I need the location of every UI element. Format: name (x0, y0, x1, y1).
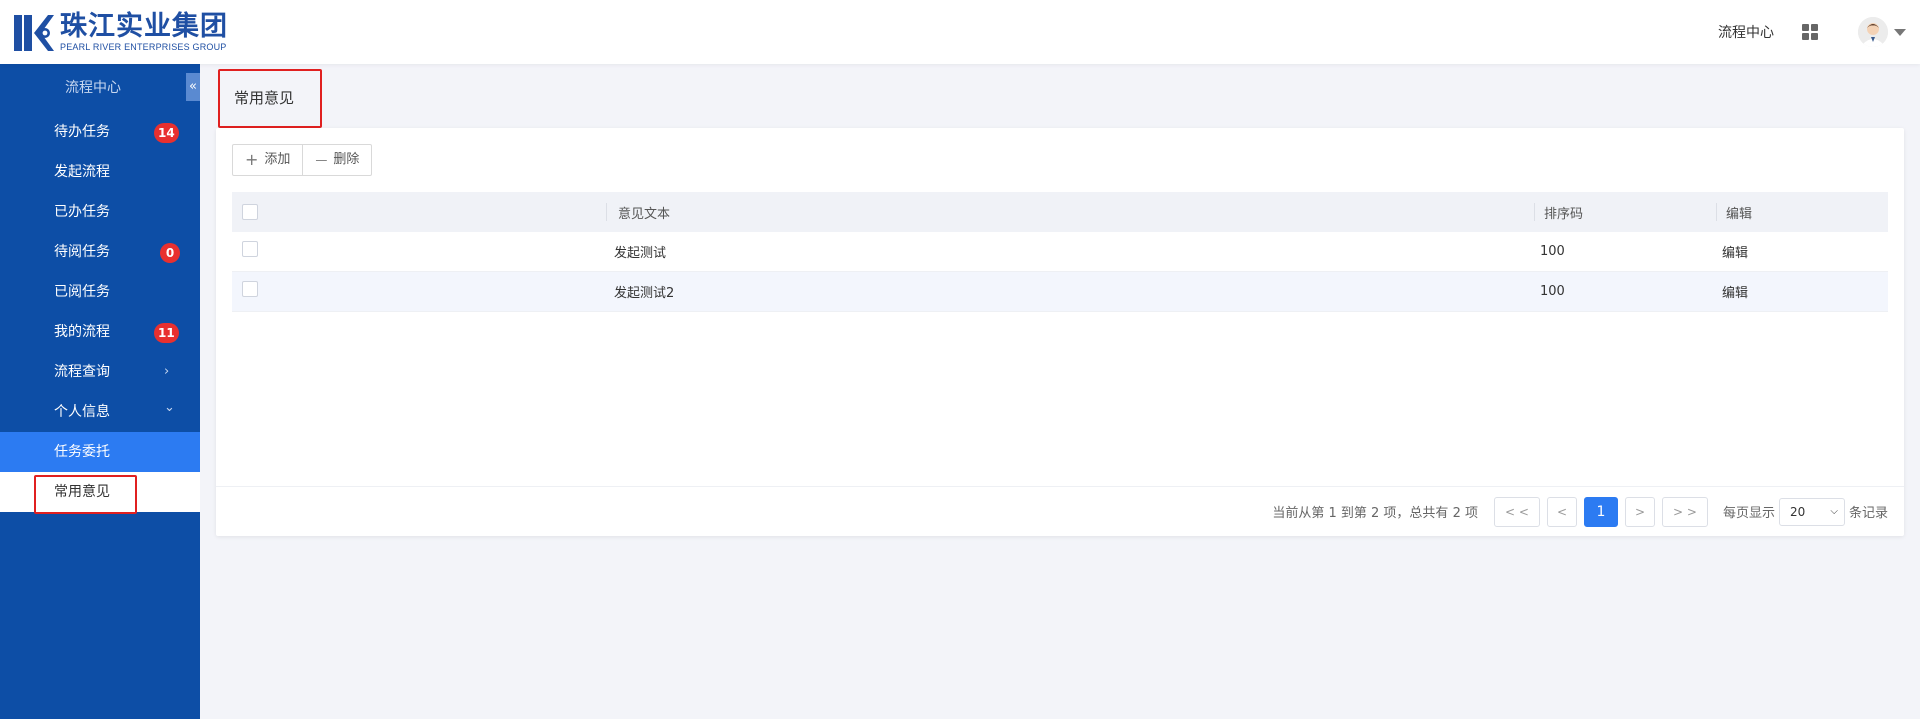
chevron-down-icon: ⌵ (1830, 506, 1838, 517)
page-size-suffix: 条记录 (1848, 506, 1888, 521)
column-header-sort-code[interactable]: 排序码 (1544, 203, 1583, 222)
logo-english-text: PEARL RIVER ENTERPRISES GROUP (60, 42, 227, 52)
edit-link[interactable]: 编辑 (1722, 282, 1748, 301)
column-header-opinion-text[interactable]: 意见文本 (618, 203, 670, 222)
sidebar-item-process-query[interactable]: 流程查询 › (0, 352, 200, 392)
sidebar-item-label: 我的流程 (54, 324, 110, 340)
edit-link[interactable]: 编辑 (1722, 242, 1748, 261)
sidebar-item-to-read-tasks[interactable]: 待阅任务 0 (0, 232, 200, 272)
sidebar-item-label: 发起流程 (54, 164, 110, 180)
cell-sort-code: 100 (1540, 244, 1565, 259)
last-page-button[interactable]: > > (1661, 496, 1708, 527)
sidebar-item-my-processes[interactable]: 我的流程 11 (0, 312, 200, 352)
grid-icon[interactable] (1802, 24, 1818, 40)
sidebar-item-label: 流程查询 (54, 364, 110, 380)
sidebar-item-label: 个人信息 (54, 404, 110, 420)
sidebar-item-todo-tasks[interactable]: 待办任务 14 (0, 112, 200, 152)
chevron-right-icon: › (164, 364, 170, 379)
sidebar-item-label: 常用意见 (54, 484, 110, 500)
minus-icon: — (315, 153, 328, 167)
logo-chinese-text: 珠江实业集团 (60, 11, 228, 42)
add-button-label: 添加 (264, 152, 291, 167)
current-page-button[interactable]: 1 (1583, 496, 1618, 527)
delete-button[interactable]: — 删除 (303, 144, 373, 176)
table-header: 意见文本 排序码 编辑 (232, 192, 1888, 232)
count-badge: 14 (154, 123, 179, 143)
toolbar: + 添加 — 删除 (232, 144, 373, 176)
logo-mark-icon (14, 13, 54, 53)
next-page-button[interactable]: > (1624, 496, 1655, 527)
cell-opinion-text: 发起测试2 (614, 286, 675, 301)
sidebar-item-start-process[interactable]: 发起流程 (0, 152, 200, 192)
cell-sort-code: 100 (1540, 284, 1565, 299)
cell-opinion-text: 发起测试 (614, 246, 667, 261)
top-header: 珠江实业集团 PEARL RIVER ENTERPRISES GROUP 流程中… (0, 0, 1920, 64)
avatar[interactable] (1858, 17, 1888, 47)
sidebar-item-label: 已办任务 (54, 204, 110, 220)
page-title-highlight-box: 常用意见 (218, 69, 322, 128)
table-row[interactable]: 发起测试 100 编辑 (232, 232, 1888, 272)
sidebar-item-done-tasks[interactable]: 已办任务 (0, 192, 200, 232)
company-logo: 珠江实业集团 PEARL RIVER ENTERPRISES GROUP (14, 12, 228, 53)
page-size-value: 20 (1789, 504, 1806, 519)
plus-icon: + (245, 150, 259, 169)
row-checkbox[interactable] (242, 280, 258, 297)
sidebar-item-label: 已阅任务 (54, 284, 110, 300)
sidebar-item-task-delegation[interactable]: 任务委托 (0, 432, 200, 472)
opinions-table: 意见文本 排序码 编辑 发起测试 100 编辑 发起测试2 100 编辑 (232, 192, 1888, 312)
pagination-info: 当前从第 1 到第 2 项，总共有 2 项 (1272, 506, 1478, 521)
sidebar-item-personal-info[interactable]: 个人信息 ⌄ (0, 392, 200, 432)
count-badge: 11 (154, 323, 179, 343)
sidebar-item-label: 待办任务 (54, 124, 110, 140)
column-header-edit: 编辑 (1726, 206, 1753, 222)
page-title: 常用意见 (234, 89, 295, 107)
caret-down-icon[interactable] (1894, 28, 1906, 36)
content-panel: + 添加 — 删除 意见文本 排序码 编辑 发起测试 100 编辑 发起测试2 … (216, 128, 1904, 536)
collapse-sidebar-icon[interactable]: « (186, 73, 200, 101)
prev-page-button[interactable]: < (1546, 496, 1577, 527)
sidebar-title: 流程中心 (65, 80, 121, 96)
first-page-button[interactable]: < < (1493, 496, 1540, 527)
sidebar: 流程中心 « 待办任务 14 发起流程 已办任务 待阅任务 0 已阅任务 我的流… (0, 64, 200, 719)
sidebar-item-label: 任务委托 (54, 444, 110, 460)
delete-button-label: 删除 (333, 152, 360, 167)
count-badge: 0 (160, 243, 180, 263)
pagination: 当前从第 1 到第 2 项，总共有 2 项 < < < 1 > > > 每页显示… (216, 486, 1904, 536)
select-all-checkbox[interactable] (242, 204, 258, 220)
page-size-select[interactable]: 20 ⌵ (1778, 497, 1845, 526)
table-row[interactable]: 发起测试2 100 编辑 (232, 272, 1888, 312)
page-size-label: 每页显示 (1722, 506, 1775, 521)
header-nav-process-center[interactable]: 流程中心 (1718, 22, 1774, 42)
sidebar-item-read-tasks[interactable]: 已阅任务 (0, 272, 200, 312)
chevron-down-icon: ⌄ (164, 400, 175, 415)
row-checkbox[interactable] (242, 240, 258, 257)
add-button[interactable]: + 添加 (232, 144, 304, 176)
sidebar-item-common-opinions[interactable]: 常用意见 (0, 472, 200, 514)
sidebar-item-label: 待阅任务 (54, 244, 110, 260)
